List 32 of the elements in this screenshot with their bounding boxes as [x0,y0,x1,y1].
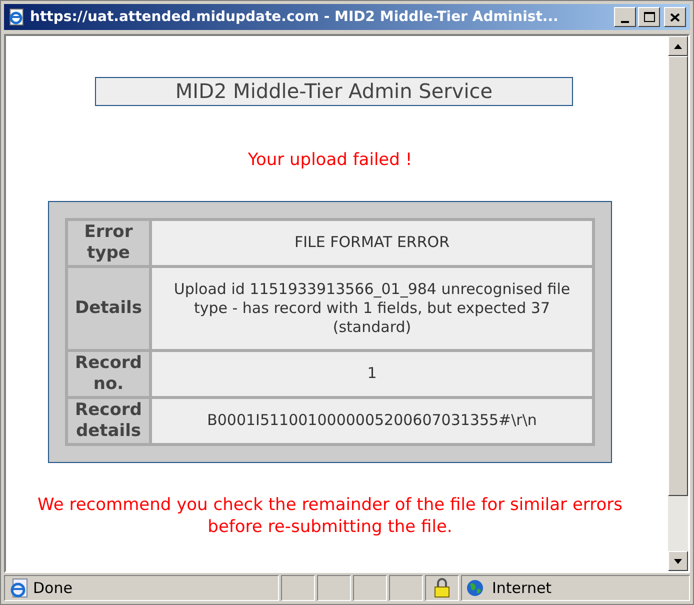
scroll-up-button[interactable] [668,36,688,56]
zone-text: Internet [492,578,552,599]
row-label: Error type [66,219,150,266]
row-label: Record details [66,397,150,444]
status-pane [353,575,387,601]
minimize-button[interactable] [614,7,636,27]
error-message: Your upload failed ! [248,149,412,172]
status-text: Done [33,578,72,599]
scroll-down-button[interactable] [668,551,688,571]
scrollbar[interactable] [668,36,688,571]
status-pane [317,575,351,601]
browser-icon [8,8,26,26]
table-cell: FILE FORMAT ERROR [150,219,594,266]
close-button[interactable] [664,7,686,27]
table-cell: Upload id 1151933913566_01_984 unrecognised file type - has record with 1 fields, but expected 37 (standard) [150,266,594,350]
page-icon [9,578,29,598]
row-label: Record no. [66,350,150,397]
window-title: https://uat.attended.midupdate.com - MID2 Middle-Tier Administ... [30,8,560,26]
down-arrow-icon [674,558,682,564]
recommendation-text: We recommend you check the remainder of the file for similar errors before re-submitting the file. [36,494,624,538]
maximize-button[interactable] [638,7,660,27]
table-cell: 1 [150,350,594,397]
page-heading: MID2 Middle-Tier Admin Service [95,77,573,106]
close-icon [670,12,680,22]
row-label: Details [66,266,150,350]
table-cell: B0001I5110010000005200607031355#\r\n [150,397,594,444]
globe-icon [466,579,484,597]
status-pane [281,575,315,601]
scrollbar-thumb[interactable] [668,56,688,496]
padlock-icon [434,578,450,598]
status-pane [389,575,423,601]
up-arrow-icon [674,44,682,48]
